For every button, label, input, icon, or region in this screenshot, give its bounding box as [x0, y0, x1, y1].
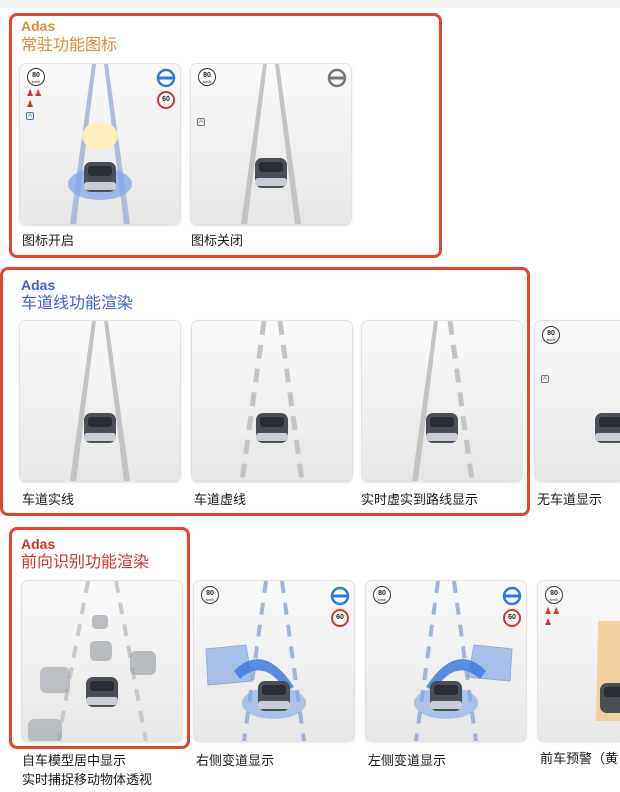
steering-wheel-icon: [330, 586, 350, 606]
preview-card-icons-on[interactable]: 80 km/h ♟♟ ♟ A 60: [20, 64, 180, 224]
preview-card-solid-lanes[interactable]: [20, 321, 180, 481]
preview-card-right-lane-change[interactable]: 80 km/h 60: [194, 581, 354, 741]
lane-scene: [412, 321, 475, 481]
speed-sign-icon: 80 km/h: [542, 326, 560, 344]
lane-scene: [239, 321, 305, 481]
steering-wheel-icon: [156, 68, 176, 88]
lane-scene: [68, 64, 132, 224]
person-alert-icon: ♟: [544, 618, 553, 628]
speed-sign-icon: 80 km/h: [545, 586, 563, 604]
auto-hold-icon: A: [541, 375, 550, 383]
speed-limit-sign: 60: [503, 609, 521, 627]
card-caption: 车道虚线: [194, 493, 247, 508]
section-tag: Adas: [21, 536, 56, 552]
card-caption: 左侧变道显示: [368, 754, 447, 769]
auto-hold-icon: A: [197, 118, 206, 126]
card-caption: 前车预警（黄: [540, 752, 619, 767]
pedestrian-warning-icon: ♟♟: [544, 607, 561, 617]
preview-card-front-collision-warning[interactable]: 80 km/h ♟♟ ♟: [538, 581, 620, 741]
auto-hold-icon: A: [26, 112, 35, 120]
card-caption: 实时虚实到路线显示: [361, 493, 479, 508]
card-caption: 车道实线: [22, 493, 75, 508]
speed-sign-icon: 80 km/h: [201, 586, 219, 604]
section-tag: Adas: [21, 18, 56, 34]
preview-card-left-lane-change[interactable]: 80 km/h 60: [366, 581, 526, 741]
top-strip: [0, 0, 620, 8]
section-tag: Adas: [21, 277, 56, 293]
section-title: 前向识别功能渲染: [21, 552, 150, 571]
speed-sign-icon: 80 km/h: [198, 68, 216, 86]
section-title: 车道线功能渲染: [21, 293, 134, 312]
preview-card-centered-model[interactable]: [22, 581, 182, 741]
card-caption: 无车道显示: [537, 493, 603, 508]
speed-sign-icon: 80 km/h: [27, 68, 45, 86]
lane-scene: [70, 321, 130, 481]
steering-wheel-icon: [327, 68, 347, 88]
lane-scene: [595, 413, 620, 443]
person-alert-icon: ♟: [26, 100, 35, 110]
preview-card-no-lanes[interactable]: 80 km/h A: [535, 321, 620, 481]
speed-limit-sign: 60: [331, 609, 349, 627]
preview-card-dashed-lanes[interactable]: [192, 321, 352, 481]
card-caption: 图标关闭: [191, 234, 244, 249]
section-title: 常驻功能图标: [21, 35, 118, 54]
card-caption-line: 实时捕捉移动物体透视: [22, 773, 153, 788]
pedestrian-warning-icon: ♟♟: [26, 89, 43, 99]
preview-card-mixed-lanes[interactable]: [362, 321, 522, 481]
lane-scene: [596, 621, 620, 721]
card-caption: 右侧变道显示: [196, 754, 275, 769]
card-caption-line: 自车模型居中显示: [22, 754, 127, 769]
lane-scene: [28, 581, 156, 741]
speed-limit-sign: 60: [157, 91, 175, 109]
lane-scene: [241, 64, 301, 224]
preview-card-icons-off[interactable]: 80 km/h A: [191, 64, 351, 224]
speed-sign-icon: 80 km/h: [373, 586, 391, 604]
card-caption: 图标开启: [22, 234, 75, 249]
steering-wheel-icon: [502, 586, 522, 606]
